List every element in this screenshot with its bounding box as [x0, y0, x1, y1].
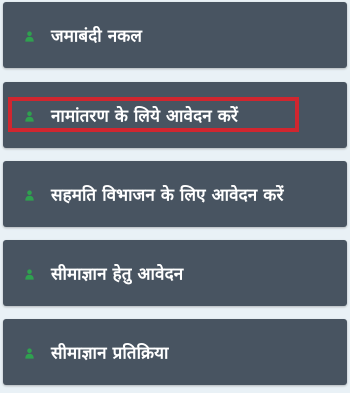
user-icon — [25, 31, 34, 42]
menu-item-label: सहमति विभाजन के लिए आवेदन करें — [51, 185, 284, 206]
menu-item-label: जमाबंदी नकल — [51, 26, 143, 47]
user-icon — [25, 348, 34, 359]
menu-item-jamabandi-nakal[interactable]: जमाबंदी नकल — [3, 2, 347, 68]
menu-item-label: सीमाज्ञान प्रतिक्रिया — [51, 343, 169, 364]
menu-item-seemagyan-pratikriya[interactable]: सीमाज्ञान प्रतिक्रिया — [3, 319, 347, 385]
menu-item-seemagyan-avedan[interactable]: सीमाज्ञान हेतु आवेदन — [3, 240, 347, 306]
menu-item-label: सीमाज्ञान हेतु आवेदन — [51, 264, 184, 285]
menu-item-label: नामांतरण के लिये आवेदन करें — [51, 106, 238, 127]
menu-item-namantaran-avedan[interactable]: नामांतरण के लिये आवेदन करें — [3, 82, 347, 148]
user-icon — [25, 190, 34, 201]
menu-item-sahmati-vibhajan-avedan[interactable]: सहमति विभाजन के लिए आवेदन करें — [3, 161, 347, 227]
user-icon — [25, 269, 34, 280]
user-icon — [25, 111, 34, 122]
service-menu: जमाबंदी नकल नामांतरण के लिये आवेदन करें … — [0, 0, 350, 393]
